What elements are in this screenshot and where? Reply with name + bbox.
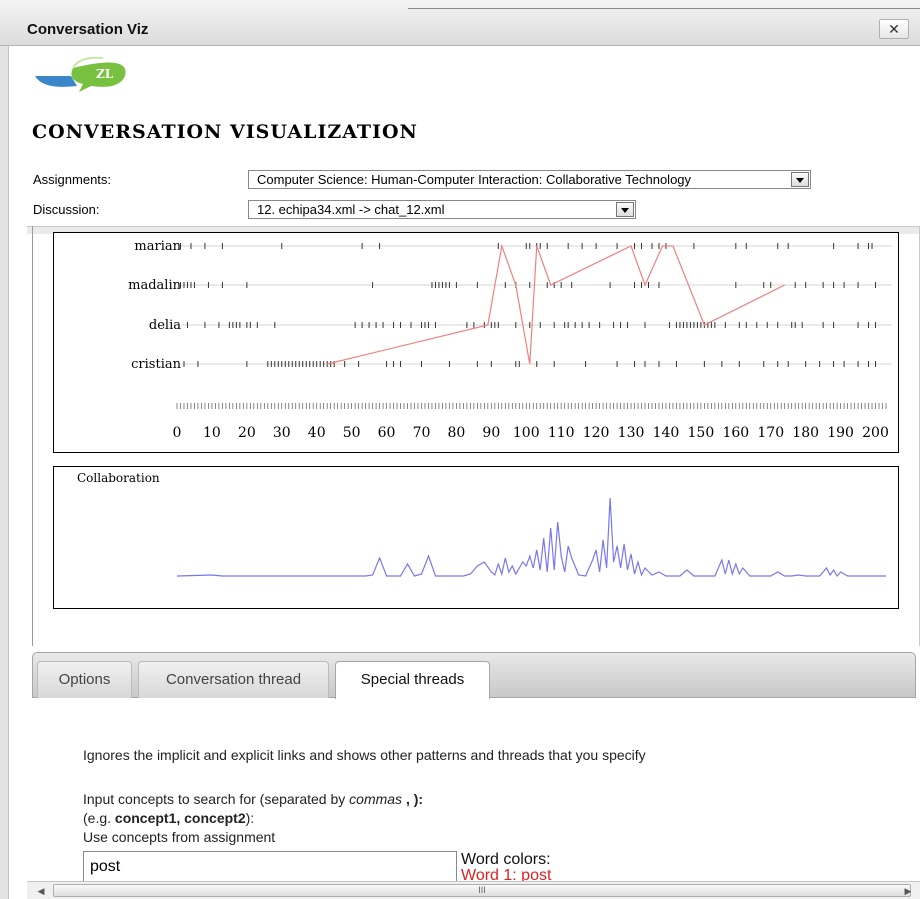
participant-label: cristian: [131, 357, 181, 372]
left-frame-edge: [0, 46, 9, 899]
participant-label: delia: [149, 318, 181, 333]
x-tick-label: 20: [238, 425, 256, 441]
tab-special-threads-label: Special threads: [360, 671, 465, 688]
x-tick-label: 70: [413, 425, 431, 441]
collaboration-svg: Collaboration: [77, 471, 886, 578]
x-tick-label: 140: [653, 425, 680, 441]
x-tick-label: 50: [343, 425, 361, 441]
x-tick-label: 110: [548, 425, 575, 441]
x-tick-label: 10: [203, 425, 221, 441]
scrollbar-grip: III: [478, 885, 486, 895]
tab-bar: Options Conversation thread Special thre…: [32, 652, 916, 699]
example-bold: concept1, concept2: [114, 810, 246, 826]
x-tick-label: 120: [583, 425, 610, 441]
x-tick-label: 100: [513, 425, 540, 441]
chart-title: Collaboration: [77, 471, 160, 485]
x-tick-label: 30: [273, 425, 291, 441]
page-title: CONVERSATION VISUALIZATION: [32, 121, 418, 143]
use-assignment-concepts-link[interactable]: Use concepts from assignment: [83, 829, 275, 845]
example-suffix: ):: [245, 810, 255, 826]
tab-options[interactable]: Options: [37, 661, 132, 698]
example-prefix: (e.g.: [83, 810, 115, 826]
concepts-label-suffix: , ):: [402, 791, 424, 807]
tab-conversation-thread[interactable]: Conversation thread: [138, 661, 329, 698]
discussion-select-value: 12. echipa34.xml -> chat_12.xml: [257, 202, 445, 217]
dialog-title: Conversation Viz: [27, 21, 149, 38]
thread-link-line: [327, 243, 785, 365]
concepts-input[interactable]: [83, 851, 457, 883]
x-tick-label: 40: [308, 425, 326, 441]
horizontal-scrollbar[interactable]: ◀ III ▶: [27, 881, 920, 899]
discussion-label: Discussion:: [33, 202, 100, 217]
scroll-right-icon[interactable]: ▶: [900, 884, 916, 898]
tab-conversation-thread-label: Conversation thread: [165, 671, 302, 688]
concepts-example: (e.g. concept1, concept2):: [83, 810, 254, 826]
x-tick-label: 90: [482, 425, 500, 441]
x-tick-label: 60: [378, 425, 396, 441]
participant-label: marian: [134, 239, 181, 254]
close-icon[interactable]: ✕: [879, 19, 909, 39]
concepts-label-em: commas: [349, 791, 403, 807]
participant-label: madalin: [128, 278, 181, 293]
concepts-label-prefix: Input concepts to search for (separated …: [83, 791, 350, 807]
x-tick-label: 190: [827, 425, 854, 441]
titlebar-top-edge: [408, 8, 920, 9]
x-tick-label: 0: [173, 425, 182, 441]
collaboration-chart: Collaboration: [53, 466, 899, 609]
scroll-left-icon[interactable]: ◀: [33, 884, 49, 898]
x-tick-label: 130: [618, 425, 645, 441]
x-tick-label: 160: [722, 425, 749, 441]
x-tick-label: 150: [688, 425, 715, 441]
special-threads-description: Ignores the implicit and explicit links …: [83, 747, 646, 763]
assignments-select-value: Computer Science: Human-Computer Interac…: [257, 172, 692, 187]
x-tick-label: 170: [757, 425, 784, 441]
discussion-select[interactable]: 12. echipa34.xml -> chat_12.xml: [248, 200, 636, 219]
dialog-titlebar: Conversation Viz ✕: [0, 0, 920, 46]
participants-timeline-chart: marian madalin delia cristian 0 10 20 30 40 50 60 7…: [53, 232, 899, 453]
x-tick-label: 200: [862, 425, 889, 441]
x-tick-label: 180: [792, 425, 819, 441]
chevron-down-icon[interactable]: [616, 202, 634, 217]
chevron-down-icon[interactable]: [791, 172, 809, 187]
tab-options-label: Options: [58, 671, 111, 688]
logo-icon: ZL: [35, 56, 126, 92]
concepts-input-label: Input concepts to search for (separated …: [83, 791, 423, 807]
svg-text:ZL: ZL: [96, 67, 114, 81]
assignments-select[interactable]: Computer Science: Human-Computer Interac…: [248, 170, 811, 189]
tab-special-threads[interactable]: Special threads: [335, 661, 490, 699]
collaboration-line: [176, 497, 886, 578]
x-tick-label: 80: [447, 425, 465, 441]
assignments-label: Assignments:: [33, 172, 112, 187]
scrollbar-thumb[interactable]: III: [53, 884, 911, 897]
timeline-svg: marian madalin delia cristian 0 10 20 30 40 50 60 7…: [128, 239, 892, 441]
